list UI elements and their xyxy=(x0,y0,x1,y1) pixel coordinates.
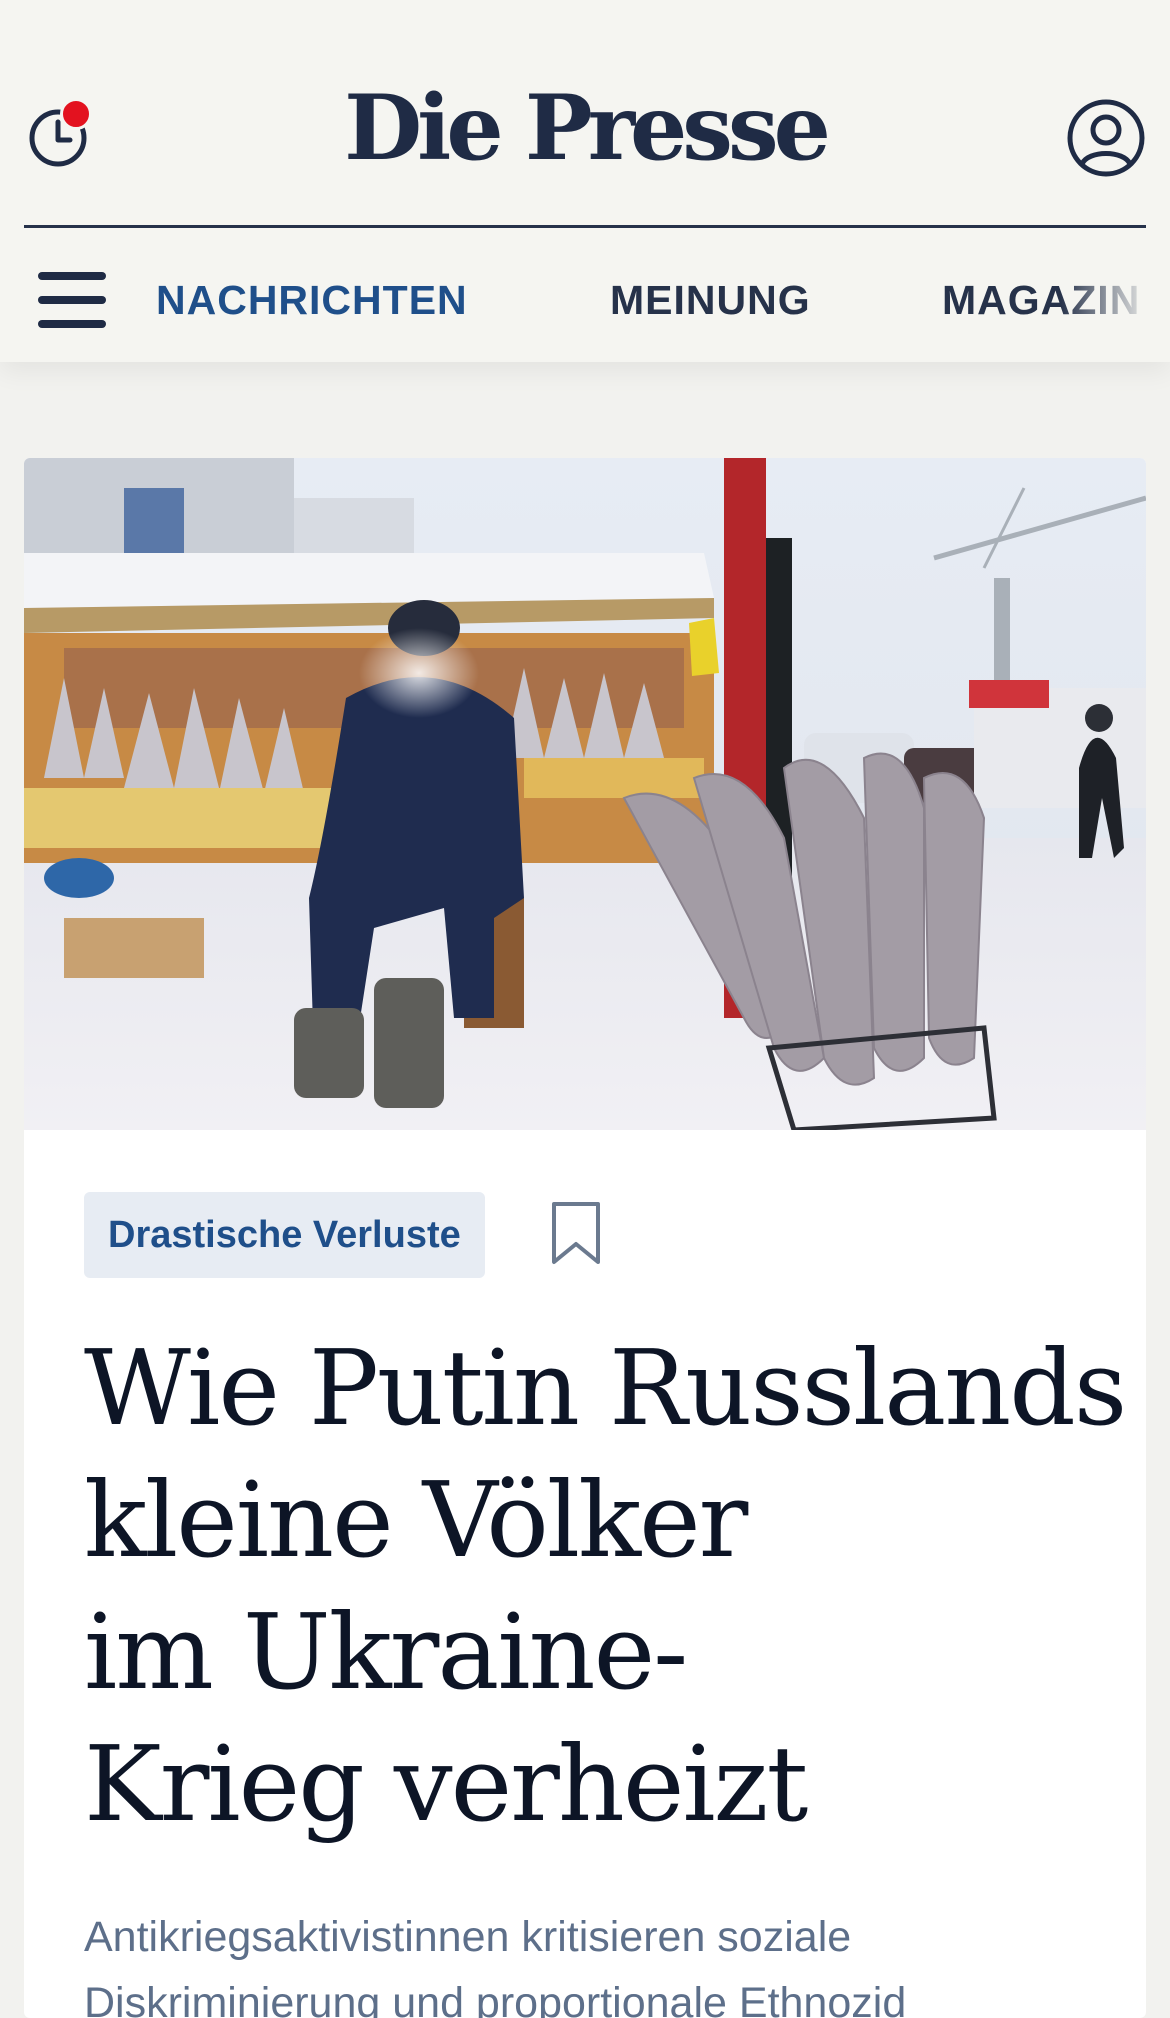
site-header: Die Presse NACHRICHTEN MEINUNG MAGAZIN xyxy=(0,0,1170,362)
account-button[interactable] xyxy=(1066,98,1146,178)
headline-line: Krieg verheizt xyxy=(84,1723,808,1845)
section-nav: NACHRICHTEN MEINUNG MAGAZIN xyxy=(0,228,1170,362)
headline-line: Wie Putin Russlands xyxy=(84,1327,1127,1449)
nav-item-meinung[interactable]: MEINUNG xyxy=(610,272,811,328)
nav-scroll-fade xyxy=(1060,228,1170,362)
article-headline[interactable]: Wie Putin Russlands kleine Völker im Ukr… xyxy=(84,1322,1127,1850)
article-hero-image[interactable] xyxy=(24,458,1146,1130)
hamburger-menu-icon[interactable] xyxy=(38,272,106,328)
bookmark-button[interactable] xyxy=(550,1200,602,1268)
site-logo[interactable]: Die Presse xyxy=(0,78,1170,178)
headline-line: kleine Völker xyxy=(84,1459,748,1581)
article-card[interactable]: Drastische Verluste Wie Putin Russlands … xyxy=(24,458,1146,2018)
article-kicker[interactable]: Drastische Verluste xyxy=(84,1192,485,1278)
user-circle-icon xyxy=(1067,99,1145,177)
article-lead: Antikriegsaktivistinnen kritisieren sozi… xyxy=(84,1913,907,2018)
nav-item-nachrichten[interactable]: NACHRICHTEN xyxy=(156,272,468,328)
bookmark-icon xyxy=(552,1202,600,1264)
top-bar: Die Presse xyxy=(0,0,1170,226)
headline-line: im Ukraine- xyxy=(84,1591,688,1713)
